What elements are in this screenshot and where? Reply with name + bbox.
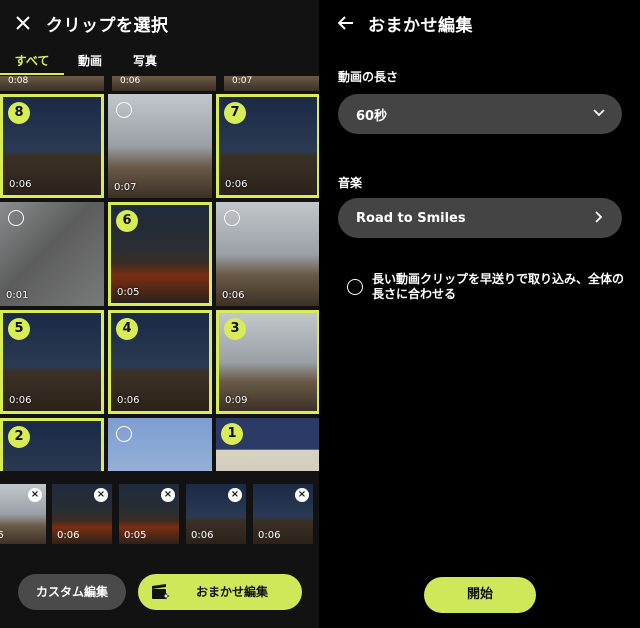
music-label: 音楽: [338, 176, 363, 190]
clip-thumbnail[interactable]: 7 0:06: [216, 94, 320, 198]
auto-edit-label: おまかせ編集: [196, 585, 269, 599]
selected-clips-strip: × 06 × 0:06 × 0:05 × 0:06 × 0:06: [0, 478, 320, 548]
clip-duration: 0:06: [9, 395, 32, 406]
video-length-value: 60秒: [356, 108, 388, 124]
clip-thumbnail[interactable]: 0:01: [0, 202, 104, 306]
clip-thumbnail[interactable]: 8 0:06: [0, 94, 104, 198]
select-circle-icon[interactable]: [116, 102, 132, 118]
clip-thumbnail[interactable]: 0:07: [108, 94, 212, 198]
select-circle-icon[interactable]: [116, 426, 132, 442]
selection-order-badge: 7: [224, 102, 246, 124]
auto-edit-header: おまかせ編集: [320, 0, 640, 46]
clip-duration: 0:06: [191, 530, 214, 541]
clip-duration: 0:06: [57, 530, 80, 541]
chevron-right-icon: [595, 211, 603, 223]
page-title: おまかせ編集: [368, 15, 473, 36]
select-circle-icon[interactable]: [8, 210, 24, 226]
clip-thumbnail[interactable]: 2: [0, 418, 104, 471]
selection-order-badge: 8: [8, 102, 30, 124]
clip-duration: 0:06: [117, 395, 140, 406]
selected-clip[interactable]: × 0:06: [253, 484, 313, 544]
clip-duration: 06: [0, 530, 4, 541]
video-length-label: 動画の長さ: [338, 70, 399, 84]
clip-thumbnail[interactable]: 3 0:09: [216, 310, 320, 414]
chevron-down-icon: [593, 109, 605, 117]
clip-duration: 0:01: [6, 290, 29, 301]
clip-thumbnail[interactable]: 5 0:06: [0, 310, 104, 414]
selection-order-badge: 1: [221, 423, 243, 445]
remove-clip-icon[interactable]: ×: [295, 488, 309, 502]
clip-duration: 0:06: [9, 179, 32, 190]
tab-photos[interactable]: 写真: [116, 46, 174, 74]
clip-duration: 0:06: [222, 290, 245, 301]
custom-edit-button[interactable]: カスタム編集: [18, 574, 126, 610]
clip-grid: 0:08 0:06 0:07 8 0:06 0:07 7 0:06 0:01 6…: [0, 76, 320, 471]
tab-all[interactable]: すべて: [0, 46, 64, 74]
music-value: Road to Smiles: [356, 210, 466, 226]
clip-thumbnail[interactable]: 6 0:05: [108, 202, 212, 306]
selected-clip[interactable]: × 06: [0, 484, 46, 544]
clip-duration: 0:05: [117, 287, 140, 298]
clip-duration: 0:06: [225, 179, 248, 190]
clip-thumbnail[interactable]: 1: [216, 418, 320, 471]
clip-duration: 0:05: [124, 530, 147, 541]
select-circle-icon[interactable]: [224, 210, 240, 226]
back-arrow-icon[interactable]: [338, 16, 354, 30]
partial-clip-duration[interactable]: 0:06: [112, 76, 216, 91]
media-tabs: すべて 動画 写真: [0, 46, 320, 74]
remove-clip-icon[interactable]: ×: [161, 488, 175, 502]
remove-clip-icon[interactable]: ×: [94, 488, 108, 502]
fast-forward-option-text: 長い動画クリップを早送りで取り込み、全体の長さに合わせる: [372, 272, 625, 301]
partial-clip-duration[interactable]: 0:08: [0, 76, 104, 91]
video-length-select[interactable]: 60秒: [338, 94, 622, 134]
start-button[interactable]: 開始: [424, 577, 536, 613]
fast-forward-radio[interactable]: [347, 279, 363, 295]
clip-duration: 0:06: [258, 530, 281, 541]
selection-order-badge: 5: [8, 318, 30, 340]
selection-order-badge: 4: [116, 318, 138, 340]
remove-clip-icon[interactable]: ×: [228, 488, 242, 502]
partial-clip-row: 0:08 0:06 0:07: [0, 76, 320, 91]
clip-thumbnail[interactable]: [108, 418, 212, 471]
clip-select-header: クリップを選択: [0, 0, 320, 46]
selection-order-badge: 6: [116, 210, 138, 232]
close-icon[interactable]: [16, 16, 30, 30]
active-tab-indicator: [0, 73, 64, 75]
clip-thumbnail[interactable]: 4 0:06: [108, 310, 212, 414]
music-select[interactable]: Road to Smiles: [338, 198, 622, 238]
auto-edit-panel: おまかせ編集 動画の長さ 60秒 音楽 Road to Smiles 長い動画ク…: [320, 0, 640, 628]
selected-clip[interactable]: × 0:06: [52, 484, 112, 544]
selection-order-badge: 2: [8, 426, 30, 448]
partial-clip-duration[interactable]: 0:07: [224, 76, 320, 91]
clip-thumbnail[interactable]: 0:06: [216, 202, 320, 306]
clip-duration: 0:09: [225, 395, 248, 406]
tab-videos[interactable]: 動画: [64, 46, 116, 74]
remove-clip-icon[interactable]: ×: [28, 488, 42, 502]
clip-duration: 0:07: [114, 182, 137, 193]
clip-select-panel: クリップを選択 すべて 動画 写真 0:08 0:06 0:07 8 0:06 …: [0, 0, 320, 628]
auto-edit-button[interactable]: おまかせ編集: [138, 574, 302, 610]
selection-order-badge: 3: [224, 318, 246, 340]
selected-clip[interactable]: × 0:05: [119, 484, 179, 544]
page-title: クリップを選択: [46, 15, 169, 36]
clapperboard-sparkle-icon: [152, 584, 170, 600]
selected-clip[interactable]: × 0:06: [186, 484, 246, 544]
